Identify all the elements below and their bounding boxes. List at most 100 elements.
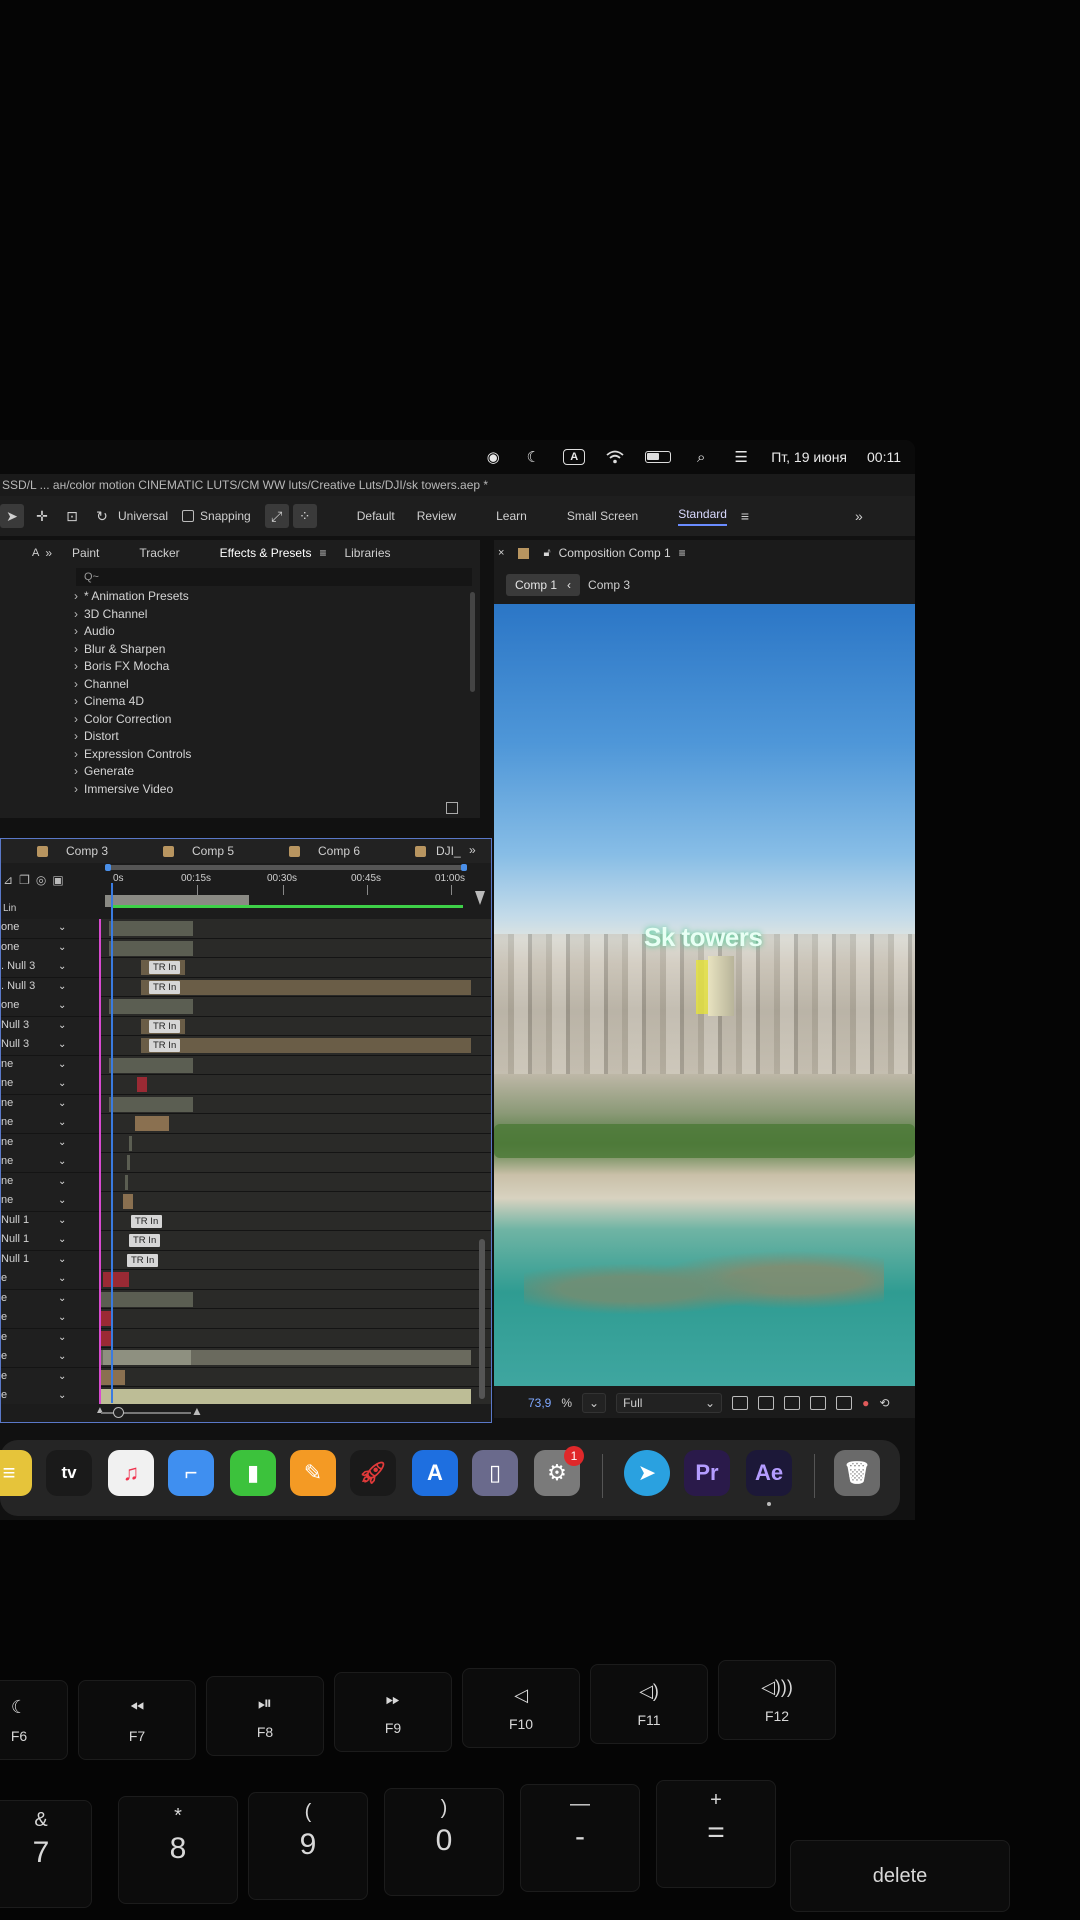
- spotlight-search-icon[interactable]: ⌕: [691, 449, 711, 466]
- layer-row[interactable]: . Null 3 ⌄ TR In: [1, 958, 491, 978]
- layer-row[interactable]: ne ⌄: [1, 1153, 491, 1173]
- effects-category[interactable]: › Color Correction: [74, 711, 191, 729]
- workspace-default[interactable]: Default: [357, 509, 395, 523]
- layer-row[interactable]: Null 3 ⌄ TR In: [1, 1036, 491, 1056]
- numbers-app-icon[interactable]: ▮: [230, 1450, 276, 1496]
- panel-menu-icon[interactable]: ≡: [319, 546, 326, 560]
- key-delete[interactable]: delete: [790, 1840, 1010, 1912]
- wifi-icon[interactable]: [605, 449, 625, 465]
- graph-editor-icon[interactable]: ▣: [52, 873, 63, 887]
- key-equals[interactable]: + =: [656, 1780, 776, 1888]
- key-f11[interactable]: ◁) F11: [590, 1664, 708, 1744]
- effects-category[interactable]: › Immersive Video: [74, 781, 191, 799]
- iphone-mirroring-icon[interactable]: ▯: [472, 1450, 518, 1496]
- layer-row[interactable]: e ⌄: [1, 1309, 491, 1329]
- effects-category[interactable]: › Generate: [74, 763, 191, 781]
- zoom-in-mountain-icon[interactable]: ▲: [191, 1404, 203, 1418]
- layer-row[interactable]: one ⌄: [1, 997, 491, 1017]
- region-of-interest-icon[interactable]: [810, 1396, 827, 1410]
- trash-icon[interactable]: 🗑︎: [834, 1450, 880, 1496]
- workspace-standard[interactable]: Standard: [678, 507, 727, 526]
- new-bin-icon[interactable]: [446, 802, 458, 814]
- tab-paint[interactable]: Paint: [72, 546, 99, 560]
- key-7[interactable]: & 7: [0, 1800, 92, 1908]
- close-panel-icon[interactable]: ×: [498, 547, 504, 559]
- layer-row[interactable]: . Null 3 ⌄ TR In: [1, 977, 491, 997]
- panel-overflow-icon[interactable]: »: [45, 546, 52, 560]
- effects-scrollbar[interactable]: [470, 592, 475, 692]
- after-effects-app-icon[interactable]: Ae: [746, 1450, 792, 1496]
- effects-category[interactable]: › Cinema 4D: [74, 693, 191, 711]
- breadcrumb-comp3[interactable]: Comp 3: [588, 578, 630, 592]
- panel-menu-icon[interactable]: ≡: [679, 546, 686, 560]
- transparency-grid-icon[interactable]: [758, 1396, 775, 1410]
- layer-row[interactable]: e ⌄: [1, 1328, 491, 1348]
- guides-icon[interactable]: [836, 1396, 853, 1410]
- composition-viewer[interactable]: Sk towers: [494, 604, 915, 1386]
- input-source-indicator[interactable]: A: [563, 449, 586, 465]
- app-store-icon[interactable]: A: [412, 1450, 458, 1496]
- timeline-overflow-icon[interactable]: »: [469, 843, 476, 857]
- timeline-scrollbar[interactable]: [479, 1239, 485, 1399]
- timeline-tab-comp5[interactable]: Comp 5: [163, 844, 234, 858]
- axis-mode-label[interactable]: Universal: [118, 509, 168, 523]
- more-workspaces-icon[interactable]: »: [847, 504, 871, 528]
- keynote-app-icon[interactable]: ⌐: [168, 1450, 214, 1496]
- time-ruler[interactable]: 0s 00:15s 00:30s 00:45s 01:00s: [1, 863, 491, 897]
- key-f12[interactable]: ◁))) F12: [718, 1660, 836, 1740]
- menubar-date[interactable]: Пт, 19 июня: [771, 449, 847, 465]
- pages-app-icon[interactable]: ✎: [290, 1450, 336, 1496]
- selection-tool-icon[interactable]: ➤: [0, 504, 24, 528]
- apple-tv-app-icon[interactable]: tv: [46, 1450, 92, 1496]
- key-minus[interactable]: — -: [520, 1784, 640, 1892]
- effects-category[interactable]: › Distort: [74, 728, 191, 746]
- effects-category[interactable]: › Channel: [74, 676, 191, 694]
- lock-icon[interactable]: 🔓︎: [543, 547, 550, 560]
- tab-effects-presets[interactable]: Effects & Presets: [220, 546, 312, 560]
- music-app-icon[interactable]: ♫: [108, 1450, 154, 1496]
- effects-category[interactable]: › Audio: [74, 623, 191, 641]
- key-f10[interactable]: ◁ F10: [462, 1668, 580, 1748]
- notes-app-icon[interactable]: ≡: [0, 1450, 32, 1496]
- snapping-label[interactable]: Snapping: [200, 509, 251, 523]
- pan-tool-icon[interactable]: ✛: [30, 504, 54, 528]
- rocket-app-icon[interactable]: 🚀︎: [350, 1450, 396, 1496]
- zoom-tool-icon[interactable]: ⊡: [60, 504, 84, 528]
- tab-libraries[interactable]: Libraries: [344, 546, 390, 560]
- focus-moon-icon[interactable]: ☾: [523, 449, 543, 466]
- layer-row[interactable]: ne ⌄: [1, 1192, 491, 1212]
- key-9[interactable]: (9: [248, 1792, 368, 1900]
- layer-row[interactable]: ne ⌄: [1, 1133, 491, 1153]
- effects-category[interactable]: › Blur & Sharpen: [74, 641, 191, 659]
- key-f7[interactable]: ⏪︎ F7: [78, 1680, 196, 1760]
- effects-category[interactable]: › Boris FX Mocha: [74, 658, 191, 676]
- composition-title[interactable]: Composition Comp 1: [559, 546, 671, 560]
- screen-record-icon[interactable]: ◉: [483, 449, 503, 466]
- frame-blending-icon[interactable]: ❐: [19, 873, 30, 887]
- layer-row[interactable]: Null 1 ⌄ TR In: [1, 1211, 491, 1231]
- layer-row[interactable]: Null 1 ⌄ TR In: [1, 1231, 491, 1251]
- layer-row[interactable]: Null 3 ⌄ TR In: [1, 1016, 491, 1036]
- premiere-pro-app-icon[interactable]: Pr: [684, 1450, 730, 1496]
- effects-category[interactable]: › 3D Channel: [74, 606, 191, 624]
- workspace-menu-icon[interactable]: ≡: [733, 504, 757, 528]
- menubar-time[interactable]: 00:11: [867, 449, 901, 465]
- work-area-end-icon[interactable]: [475, 891, 485, 905]
- fast-preview-icon[interactable]: [732, 1396, 749, 1410]
- tab-tracker[interactable]: Tracker: [139, 546, 179, 560]
- zoom-slider-knob[interactable]: [113, 1407, 124, 1418]
- color-channels-icon[interactable]: ●: [862, 1396, 869, 1410]
- work-area-bar[interactable]: [105, 864, 467, 871]
- layer-row[interactable]: e ⌄: [1, 1270, 491, 1290]
- mask-visibility-icon[interactable]: [784, 1396, 801, 1410]
- layer-row[interactable]: e ⌄: [1, 1348, 491, 1368]
- layer-row[interactable]: ne ⌄: [1, 1114, 491, 1134]
- effects-search-input[interactable]: Q~: [76, 568, 472, 586]
- key-8[interactable]: * 8: [118, 1796, 238, 1904]
- layer-row[interactable]: Null 1 ⌄ TR In: [1, 1250, 491, 1270]
- key-f6[interactable]: ☾ F6: [0, 1680, 68, 1760]
- exposure-reset-icon[interactable]: ⟲: [879, 1396, 889, 1410]
- magnification-value[interactable]: 73,9: [528, 1396, 551, 1410]
- telegram-app-icon[interactable]: ➤: [624, 1450, 670, 1496]
- motion-blur-icon[interactable]: ◎: [36, 873, 46, 887]
